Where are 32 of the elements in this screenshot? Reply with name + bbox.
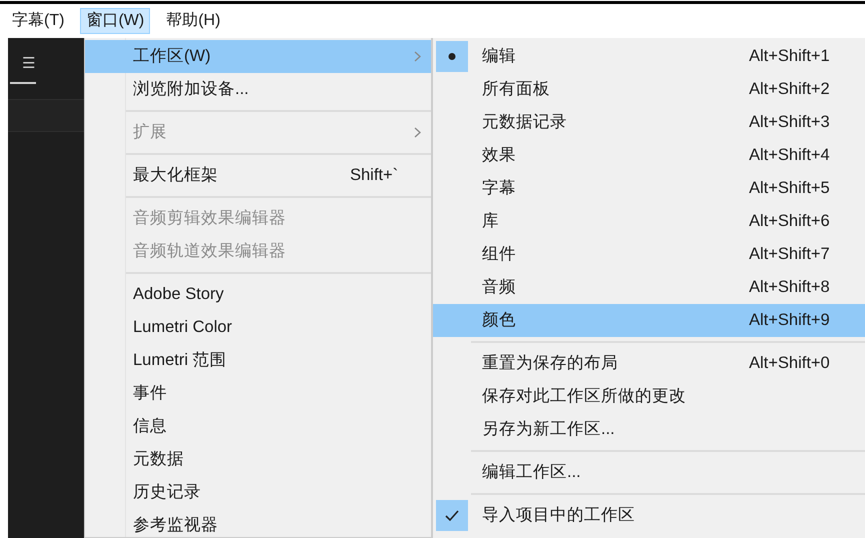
menu-icon[interactable]: ☰ <box>22 53 35 76</box>
menu-item[interactable]: 信息 <box>85 410 431 443</box>
menu-item[interactable]: 字幕 Alt+Shift+5 <box>433 172 865 205</box>
menu-item[interactable]: 另存为新工作区... <box>433 413 865 446</box>
menu-bar-item[interactable]: 窗口(W) <box>80 8 150 34</box>
tab-underline <box>10 82 36 84</box>
menu-item[interactable]: 工作区(W) <box>85 40 431 73</box>
menu-item[interactable]: Adobe Story <box>85 278 431 311</box>
chevron-right-icon <box>414 127 421 138</box>
menu-item[interactable]: Lumetri Color <box>85 311 431 344</box>
menu-item[interactable]: 保存对此工作区所做的更改 <box>433 380 865 413</box>
menu-bar-item[interactable]: 帮助(H) <box>160 8 226 34</box>
menu-item[interactable]: 最大化框架 Shift+` <box>85 159 431 192</box>
menu-item[interactable]: 元数据 <box>85 443 431 476</box>
menu-item[interactable]: 元数据记录 Alt+Shift+3 <box>433 106 865 139</box>
menu-item[interactable]: 组件 Alt+Shift+7 <box>433 238 865 271</box>
menu-item[interactable]: 事件 <box>85 377 431 410</box>
chevron-right-icon <box>414 51 421 62</box>
menu-item[interactable]: 编辑工作区... <box>433 456 865 489</box>
menu-item[interactable]: Lumetri 范围 <box>85 344 431 377</box>
menu-item[interactable]: 参考监视器 <box>85 509 431 538</box>
menu-item[interactable]: 颜色 Alt+Shift+9 <box>433 304 865 337</box>
menu-bar-item[interactable]: 字幕(T) <box>6 8 70 34</box>
menu-item[interactable]: 编辑 Alt+Shift+1 <box>433 40 865 73</box>
menu-item[interactable]: 浏览附加设备... <box>85 73 431 106</box>
menu-item[interactable]: 音频 Alt+Shift+8 <box>433 271 865 304</box>
menu-item[interactable]: 历史记录 <box>85 476 431 509</box>
menu-item[interactable]: 效果 Alt+Shift+4 <box>433 139 865 172</box>
menu-item[interactable]: 所有面板 Alt+Shift+2 <box>433 73 865 106</box>
menu-item[interactable]: 导入项目中的工作区 <box>433 499 865 532</box>
menu-item[interactable]: 重置为保存的布局 Alt+Shift+0 <box>433 347 865 380</box>
menu-item[interactable]: 库 Alt+Shift+6 <box>433 205 865 238</box>
